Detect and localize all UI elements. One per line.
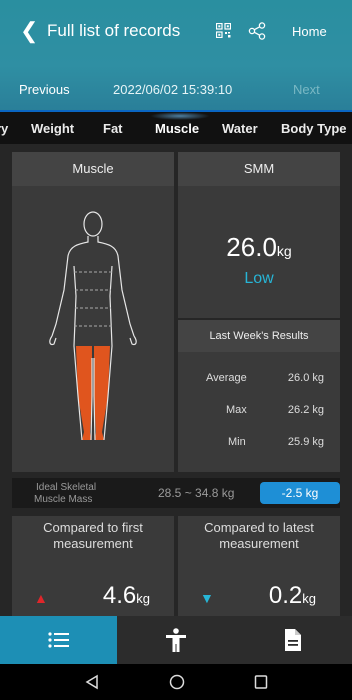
compare-first-panel: Compared to first measurement ▲ 4.6kg — [12, 516, 174, 616]
tab-water[interactable]: Water — [222, 121, 258, 136]
bottom-navigation — [0, 616, 352, 664]
ideal-label-line1: Ideal Skeletal — [36, 482, 97, 493]
nav-body[interactable] — [117, 616, 235, 664]
last-week-title: Last Week's Results — [178, 320, 340, 352]
muscle-content: Muscle SMM 26.0kg Low Last Week's Result… — [0, 144, 352, 616]
smm-status: Low — [244, 270, 274, 287]
system-back-icon[interactable] — [85, 674, 99, 690]
list-icon — [48, 632, 69, 648]
compare-first-unit: kg — [136, 591, 150, 606]
smm-panel: 26.0kg Low — [178, 186, 340, 318]
compare-latest-title: Compared to latest measurement — [178, 520, 340, 552]
smm-value: 26.0 — [226, 232, 277, 262]
system-recents-icon[interactable] — [254, 674, 268, 690]
compare-latest-number: 0.2 — [268, 582, 303, 609]
tab-weight[interactable]: Weight — [31, 121, 74, 136]
body-figure-panel — [12, 186, 174, 472]
page-title: Full list of records — [47, 21, 181, 40]
max-value: 26.2 kg — [287, 404, 324, 416]
ideal-label: Ideal Skeletal Muscle Mass — [34, 482, 97, 506]
max-label: Max — [226, 404, 247, 416]
muscle-panel-title: Muscle — [12, 152, 174, 186]
smm-value-display: 26.0kg — [178, 232, 340, 263]
compare-first-title: Compared to first measurement — [12, 520, 174, 552]
tab-summary[interactable]: ry — [0, 121, 8, 136]
system-navigation-bar — [0, 664, 352, 700]
arrow-down-icon: ▼ — [200, 590, 214, 606]
compare-latest-title-line2: measurement — [219, 536, 299, 551]
compare-first-title-line1: Compared to first — [43, 520, 143, 535]
tab-body-type[interactable]: Body Type — [281, 121, 347, 136]
nav-report[interactable] — [235, 616, 352, 664]
min-label: Min — [228, 436, 246, 448]
difference-badge[interactable]: -2.5 kg — [260, 482, 340, 504]
last-week-panel: Average 26.0 kg Max 26.2 kg Min 25.9 kg — [178, 352, 340, 472]
person-icon — [166, 628, 186, 652]
compare-latest-value: 0.2kg — [269, 582, 316, 610]
average-label: Average — [206, 372, 247, 384]
ideal-muscle-mass-bar: Ideal Skeletal Muscle Mass 28.5 ~ 34.8 k… — [12, 478, 340, 508]
body-silhouette-icon — [49, 211, 137, 441]
app-header: ❮ Full list of records Home Previous 202… — [0, 0, 352, 110]
active-tab-glow — [150, 112, 210, 120]
compare-first-title-line2: measurement — [53, 536, 133, 551]
qr-code-icon[interactable] — [216, 23, 231, 38]
smm-unit: kg — [276, 243, 292, 259]
smm-panel-title: SMM — [178, 152, 340, 186]
compare-latest-unit: kg — [302, 591, 316, 606]
system-home-icon[interactable] — [169, 674, 185, 690]
back-chevron-icon[interactable]: ❮ — [20, 18, 38, 44]
average-value: 26.0 kg — [287, 372, 324, 384]
arrow-up-icon: ▲ — [34, 590, 48, 606]
compare-latest-title-line1: Compared to latest — [204, 520, 314, 535]
min-value: 25.9 kg — [287, 436, 324, 448]
home-button[interactable]: Home — [292, 24, 327, 39]
compare-first-number: 4.6 — [102, 582, 137, 609]
record-datetime: 2022/06/02 15:39:10 — [113, 82, 233, 97]
nav-records-list[interactable] — [0, 616, 117, 664]
tab-muscle[interactable]: Muscle — [155, 121, 199, 136]
next-button[interactable]: Next — [293, 82, 320, 97]
compare-latest-panel: Compared to latest measurement ▼ 0.2kg — [178, 516, 340, 616]
share-icon[interactable] — [248, 22, 266, 40]
previous-button[interactable]: Previous — [19, 82, 70, 97]
compare-first-value: 4.6kg — [103, 582, 150, 610]
category-tabs: ry Weight Fat Muscle Water Body Type — [0, 110, 352, 144]
ideal-range: 28.5 ~ 34.8 kg — [158, 486, 235, 500]
ideal-label-line2: Muscle Mass — [34, 494, 93, 505]
tab-fat[interactable]: Fat — [103, 121, 123, 136]
document-icon — [285, 629, 301, 651]
